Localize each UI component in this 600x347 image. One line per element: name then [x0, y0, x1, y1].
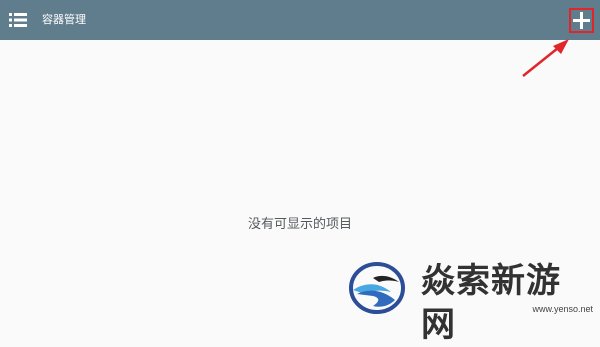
list-menu-icon [9, 13, 27, 27]
watermark-logo-icon [349, 262, 405, 314]
app-bar: 容器管理 [0, 0, 600, 40]
watermark-url: www.yenso.net [532, 304, 593, 314]
watermark-text: 焱索新游网 www.yenso.net [421, 259, 593, 345]
empty-state-message: 没有可显示的项目 [247, 217, 352, 232]
watermark: 焱索新游网 www.yenso.net [343, 258, 593, 345]
plus-icon [573, 12, 590, 29]
page-title: 容器管理 [42, 13, 86, 26]
menu-button[interactable] [6, 8, 30, 32]
add-button[interactable] [569, 8, 594, 33]
